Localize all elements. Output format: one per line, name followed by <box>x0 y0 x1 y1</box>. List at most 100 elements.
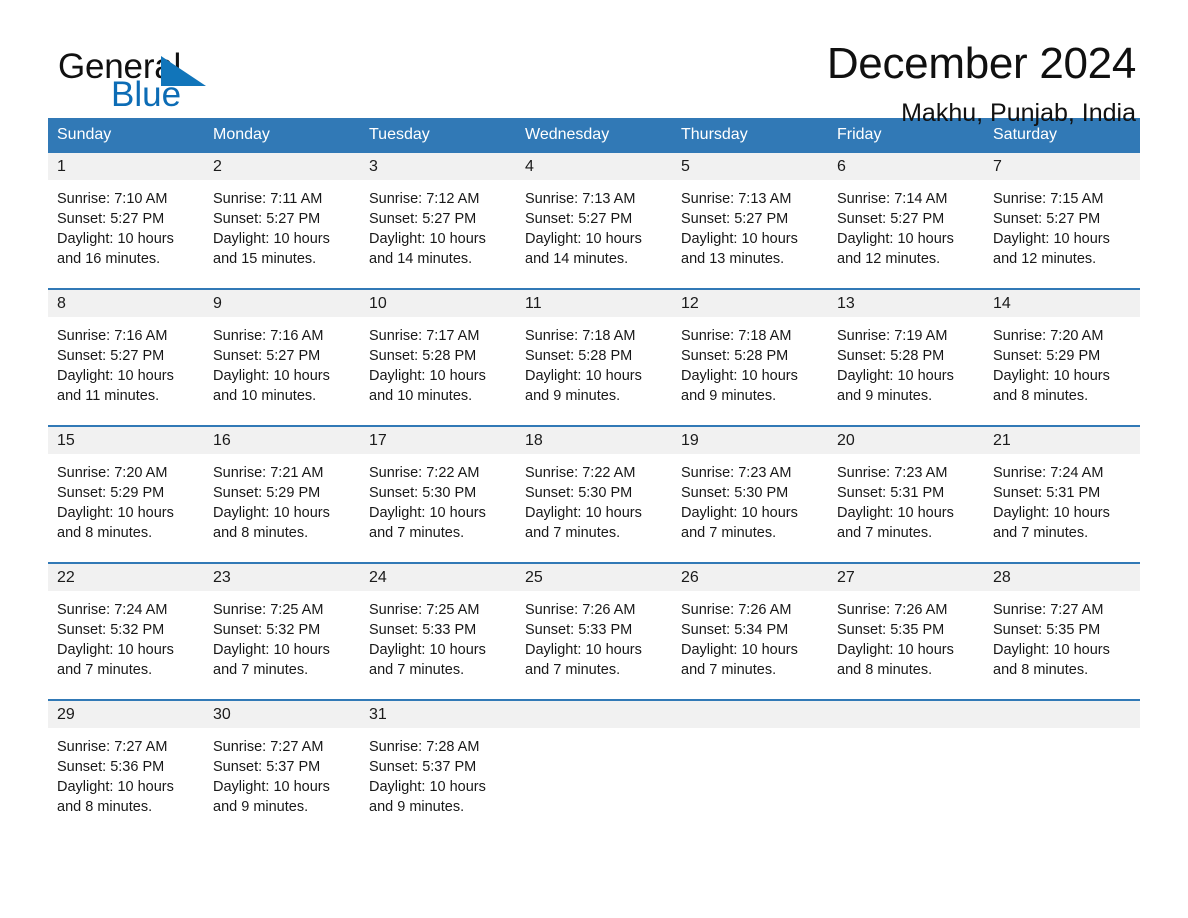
sunset-line: Sunset: 5:27 PM <box>213 348 321 364</box>
daylight-line-1: Daylight: 10 hours <box>57 231 174 247</box>
day-number[interactable]: 22 <box>48 564 204 591</box>
day-cell[interactable]: Sunrise: 7:13 AM Sunset: 5:27 PM Dayligh… <box>672 180 828 288</box>
day-cell-empty <box>516 728 672 836</box>
day-number[interactable]: 28 <box>984 564 1140 591</box>
day-cell-empty <box>672 728 828 836</box>
day-cell[interactable]: Sunrise: 7:22 AM Sunset: 5:30 PM Dayligh… <box>516 454 672 562</box>
sunset-line: Sunset: 5:27 PM <box>213 211 321 227</box>
day-number[interactable]: 13 <box>828 290 984 317</box>
daylight-line-2: and 7 minutes. <box>525 662 621 678</box>
day-cell[interactable]: Sunrise: 7:26 AM Sunset: 5:35 PM Dayligh… <box>828 591 984 699</box>
daylight-line-1: Daylight: 10 hours <box>213 505 330 521</box>
day-cell[interactable]: Sunrise: 7:13 AM Sunset: 5:27 PM Dayligh… <box>516 180 672 288</box>
day-number[interactable]: 24 <box>360 564 516 591</box>
day-number[interactable]: 2 <box>204 153 360 180</box>
day-number[interactable]: 15 <box>48 427 204 454</box>
day-cell[interactable]: Sunrise: 7:26 AM Sunset: 5:34 PM Dayligh… <box>672 591 828 699</box>
day-number[interactable]: 18 <box>516 427 672 454</box>
day-number[interactable]: 9 <box>204 290 360 317</box>
daylight-line-2: and 8 minutes. <box>213 525 309 541</box>
daylight-line-1: Daylight: 10 hours <box>993 368 1110 384</box>
day-cell[interactable]: Sunrise: 7:22 AM Sunset: 5:30 PM Dayligh… <box>360 454 516 562</box>
day-number[interactable]: 1 <box>48 153 204 180</box>
daylight-line-1: Daylight: 10 hours <box>837 368 954 384</box>
day-number[interactable]: 30 <box>204 701 360 728</box>
sunset-line: Sunset: 5:28 PM <box>369 348 477 364</box>
day-number[interactable]: 19 <box>672 427 828 454</box>
day-cell[interactable]: Sunrise: 7:27 AM Sunset: 5:36 PM Dayligh… <box>48 728 204 836</box>
daylight-line-2: and 13 minutes. <box>681 251 785 267</box>
day-number[interactable]: 6 <box>828 153 984 180</box>
daylight-line-2: and 9 minutes. <box>213 799 309 815</box>
sunset-line: Sunset: 5:27 PM <box>525 211 633 227</box>
day-number[interactable]: 4 <box>516 153 672 180</box>
day-cell[interactable]: Sunrise: 7:27 AM Sunset: 5:37 PM Dayligh… <box>204 728 360 836</box>
day-cell[interactable]: Sunrise: 7:23 AM Sunset: 5:31 PM Dayligh… <box>828 454 984 562</box>
day-cell[interactable]: Sunrise: 7:20 AM Sunset: 5:29 PM Dayligh… <box>48 454 204 562</box>
day-number[interactable]: 5 <box>672 153 828 180</box>
day-cell[interactable]: Sunrise: 7:18 AM Sunset: 5:28 PM Dayligh… <box>672 317 828 425</box>
day-number[interactable]: 21 <box>984 427 1140 454</box>
day-cell[interactable]: Sunrise: 7:16 AM Sunset: 5:27 PM Dayligh… <box>48 317 204 425</box>
day-cell[interactable]: Sunrise: 7:23 AM Sunset: 5:30 PM Dayligh… <box>672 454 828 562</box>
sunrise-line: Sunrise: 7:13 AM <box>681 191 792 207</box>
day-number[interactable]: 27 <box>828 564 984 591</box>
day-cell[interactable]: Sunrise: 7:27 AM Sunset: 5:35 PM Dayligh… <box>984 591 1140 699</box>
sunrise-line: Sunrise: 7:26 AM <box>525 602 636 618</box>
daylight-line-2: and 7 minutes. <box>213 662 309 678</box>
day-number[interactable]: 26 <box>672 564 828 591</box>
day-number[interactable]: 17 <box>360 427 516 454</box>
day-cell[interactable]: Sunrise: 7:16 AM Sunset: 5:27 PM Dayligh… <box>204 317 360 425</box>
day-cell[interactable]: Sunrise: 7:17 AM Sunset: 5:28 PM Dayligh… <box>360 317 516 425</box>
day-number[interactable]: 25 <box>516 564 672 591</box>
sunrise-line: Sunrise: 7:16 AM <box>57 328 168 344</box>
daylight-line-1: Daylight: 10 hours <box>525 642 642 658</box>
day-number[interactable]: 23 <box>204 564 360 591</box>
day-number[interactable]: 20 <box>828 427 984 454</box>
day-cell[interactable]: Sunrise: 7:18 AM Sunset: 5:28 PM Dayligh… <box>516 317 672 425</box>
day-number[interactable]: 10 <box>360 290 516 317</box>
daylight-line-1: Daylight: 10 hours <box>525 505 642 521</box>
day-cell[interactable]: Sunrise: 7:24 AM Sunset: 5:31 PM Dayligh… <box>984 454 1140 562</box>
week-info-band: Sunrise: 7:16 AM Sunset: 5:27 PM Dayligh… <box>48 317 1140 425</box>
daylight-line-2: and 9 minutes. <box>681 388 777 404</box>
sunset-line: Sunset: 5:31 PM <box>837 485 945 501</box>
day-cell[interactable]: Sunrise: 7:19 AM Sunset: 5:28 PM Dayligh… <box>828 317 984 425</box>
general-blue-logo[interactable]: General Blue <box>58 48 288 114</box>
day-cell[interactable]: Sunrise: 7:14 AM Sunset: 5:27 PM Dayligh… <box>828 180 984 288</box>
day-cell[interactable]: Sunrise: 7:12 AM Sunset: 5:27 PM Dayligh… <box>360 180 516 288</box>
day-number[interactable]: 3 <box>360 153 516 180</box>
sunrise-line: Sunrise: 7:27 AM <box>993 602 1104 618</box>
day-number[interactable]: 14 <box>984 290 1140 317</box>
week-date-band: 15 16 17 18 19 20 21 <box>48 427 1140 454</box>
sunset-line: Sunset: 5:35 PM <box>837 622 945 638</box>
day-cell[interactable]: Sunrise: 7:11 AM Sunset: 5:27 PM Dayligh… <box>204 180 360 288</box>
day-cell[interactable]: Sunrise: 7:25 AM Sunset: 5:33 PM Dayligh… <box>360 591 516 699</box>
daylight-line-2: and 8 minutes. <box>57 799 153 815</box>
day-number[interactable]: 31 <box>360 701 516 728</box>
day-cell[interactable]: Sunrise: 7:24 AM Sunset: 5:32 PM Dayligh… <box>48 591 204 699</box>
day-cell[interactable]: Sunrise: 7:21 AM Sunset: 5:29 PM Dayligh… <box>204 454 360 562</box>
day-cell[interactable]: Sunrise: 7:28 AM Sunset: 5:37 PM Dayligh… <box>360 728 516 836</box>
day-cell[interactable]: Sunrise: 7:10 AM Sunset: 5:27 PM Dayligh… <box>48 180 204 288</box>
day-number[interactable]: 7 <box>984 153 1140 180</box>
day-cell[interactable]: Sunrise: 7:25 AM Sunset: 5:32 PM Dayligh… <box>204 591 360 699</box>
day-number[interactable]: 12 <box>672 290 828 317</box>
day-number[interactable]: 8 <box>48 290 204 317</box>
sunrise-line: Sunrise: 7:13 AM <box>525 191 636 207</box>
day-cell[interactable]: Sunrise: 7:15 AM Sunset: 5:27 PM Dayligh… <box>984 180 1140 288</box>
sunset-line: Sunset: 5:34 PM <box>681 622 789 638</box>
sunrise-line: Sunrise: 7:15 AM <box>993 191 1104 207</box>
sunset-line: Sunset: 5:32 PM <box>213 622 321 638</box>
week-date-band: 1 2 3 4 5 6 7 <box>48 153 1140 180</box>
day-cell[interactable]: Sunrise: 7:20 AM Sunset: 5:29 PM Dayligh… <box>984 317 1140 425</box>
sunrise-line: Sunrise: 7:22 AM <box>525 465 636 481</box>
daylight-line-2: and 12 minutes. <box>993 251 1097 267</box>
sunset-line: Sunset: 5:36 PM <box>57 759 165 775</box>
daylight-line-1: Daylight: 10 hours <box>369 505 486 521</box>
day-number[interactable]: 29 <box>48 701 204 728</box>
day-cell[interactable]: Sunrise: 7:26 AM Sunset: 5:33 PM Dayligh… <box>516 591 672 699</box>
week-date-band: 8 9 10 11 12 13 14 <box>48 290 1140 317</box>
day-number[interactable]: 16 <box>204 427 360 454</box>
day-number[interactable]: 11 <box>516 290 672 317</box>
